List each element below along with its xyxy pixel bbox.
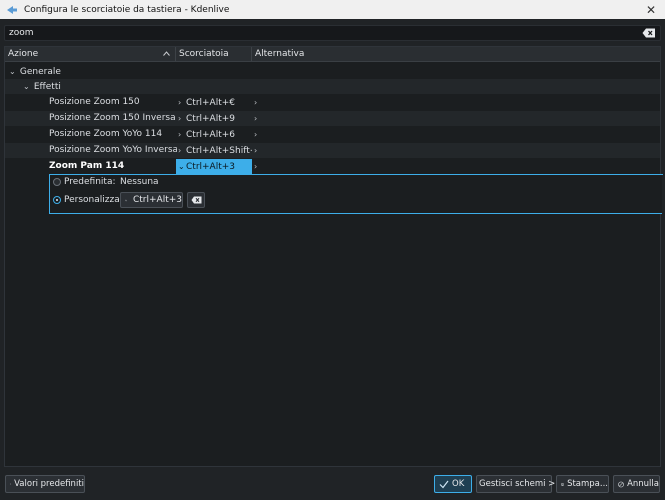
column-header-shortcut[interactable]: Scorciatoia	[176, 47, 252, 61]
window-title: Configura le scorciatoie da tastiera - K…	[24, 4, 230, 15]
defaults-label: Valori predefiniti	[14, 479, 84, 489]
printer-icon	[561, 482, 565, 486]
shortcut-cell[interactable]: › Ctrl+Alt+9	[178, 111, 252, 126]
table-row[interactable]: Posizione Zoom YoYo 114 › Ctrl+Alt+6 ›	[5, 127, 660, 142]
tree-group-generale[interactable]: ⌄ Generale	[5, 64, 660, 79]
subgroup-label: Effetti	[33, 82, 61, 92]
chevron-down-icon: ⌄	[23, 82, 30, 91]
action-name: Zoom Pam 114	[49, 161, 125, 171]
kdenlive-app-icon	[7, 5, 17, 14]
action-name: Posizione Zoom 150	[49, 97, 140, 107]
cancel-button[interactable]: Annulla	[613, 475, 660, 493]
table-row[interactable]: Posizione Zoom YoYo Inversa 114 ›Ctrl+Al…	[5, 143, 660, 158]
close-button[interactable]: ✕	[643, 2, 659, 17]
tree-header: Azione Scorciatoia Alternativa	[5, 47, 660, 62]
chevron-right-icon: ›	[178, 130, 182, 139]
shortcut-cell[interactable]: › Ctrl+Alt+Shift+H	[178, 143, 252, 158]
ok-button[interactable]: OK	[434, 475, 472, 493]
chevron-down-icon: ⌄	[9, 67, 16, 76]
shortcuts-tree[interactable]: Azione Scorciatoia Alternativa ⌄ General…	[4, 46, 663, 467]
alternative-cell[interactable]: ›	[254, 143, 274, 158]
shortcut-value: Ctrl+Alt+Shift+H	[186, 146, 252, 156]
clear-shortcut-button[interactable]	[187, 192, 205, 208]
custom-shortcut-value: Ctrl+Alt+3	[132, 195, 182, 205]
action-name: Posizione Zoom YoYo Inversa 114	[49, 145, 177, 155]
document-icon	[10, 483, 12, 485]
alternative-cell[interactable]: ›	[254, 159, 274, 174]
cancel-label: Annulla	[627, 479, 659, 489]
radio-custom[interactable]	[53, 196, 61, 204]
clear-search-icon[interactable]	[642, 28, 656, 38]
chevron-down-icon: ⌄	[178, 162, 185, 171]
print-label: Stampa...	[567, 479, 608, 489]
defaults-button[interactable]: Valori predefiniti	[5, 475, 85, 493]
column-shortcut-label: Scorciatoia	[179, 49, 229, 59]
shortcut-value: Ctrl+Alt+€	[186, 98, 236, 108]
close-icon: ✕	[645, 2, 657, 17]
table-row[interactable]: Posizione Zoom 150 › Ctrl+Alt+€ ›	[5, 95, 660, 110]
chevron-right-icon: ›	[254, 162, 258, 171]
group-label: Generale	[19, 67, 61, 77]
shortcut-cell[interactable]: › Ctrl+Alt+€	[178, 95, 252, 110]
chevron-right-icon: ›	[254, 130, 258, 139]
alternative-cell[interactable]: ›	[254, 95, 274, 110]
chevron-right-icon: ›	[178, 146, 182, 155]
print-button[interactable]: Stampa...	[556, 475, 609, 493]
column-header-alternative[interactable]: Alternativa	[252, 47, 661, 61]
radio-default[interactable]	[53, 178, 61, 186]
action-name: Posizione Zoom 150 Inversa	[49, 113, 176, 123]
editor-top-border	[50, 174, 663, 175]
table-row-selected[interactable]: Zoom Pam 114 ⌄Ctrl+Alt+3 ›	[5, 159, 660, 174]
column-header-action[interactable]: Azione	[5, 47, 176, 61]
column-action-label: Azione	[8, 49, 39, 59]
manage-schemes-button[interactable]: Gestisci schemi >>	[476, 475, 562, 493]
check-icon	[439, 480, 449, 488]
sort-ascending-icon	[163, 51, 170, 56]
table-row[interactable]: Posizione Zoom 150 Inversa › Ctrl+Alt+9 ›	[5, 111, 660, 126]
search-value: zoom	[9, 28, 34, 38]
chevron-right-icon: ›	[254, 114, 258, 123]
default-label: Predefinita:	[64, 177, 116, 187]
shortcut-capture-button[interactable]: Ctrl+Alt+3	[120, 192, 183, 208]
action-name: Posizione Zoom YoYo 114	[49, 129, 163, 139]
shortcut-value: Ctrl+Alt+6	[186, 130, 236, 140]
chevron-right-icon: ›	[178, 114, 182, 123]
alternative-cell[interactable]: ›	[254, 111, 274, 126]
cancel-icon	[618, 481, 624, 487]
search-input[interactable]: zoom	[4, 25, 661, 41]
tree-group-effetti[interactable]: ⌄ Effetti	[5, 79, 660, 94]
chevron-right-icon: ›	[254, 146, 258, 155]
shortcut-cell-selected[interactable]: ⌄Ctrl+Alt+3	[176, 159, 252, 174]
manage-schemes-label: Gestisci schemi >>	[479, 479, 563, 489]
clear-icon	[191, 196, 201, 204]
ok-label: OK	[452, 479, 465, 489]
keyboard-settings-icon	[125, 199, 127, 201]
shortcut-cell[interactable]: › Ctrl+Alt+6	[178, 127, 252, 142]
shortcut-editor: Predefinita: Nessuna Personalizzata: Ctr…	[49, 174, 663, 214]
alternative-cell[interactable]: ›	[254, 127, 274, 142]
title-bar: Configura le scorciatoie da tastiera - K…	[0, 0, 665, 19]
shortcut-value: Ctrl+Alt+3	[186, 162, 236, 172]
shortcut-value: Ctrl+Alt+9	[186, 114, 236, 124]
default-value: Nessuna	[120, 177, 159, 187]
column-alternative-label: Alternativa	[255, 49, 305, 59]
chevron-right-icon: ›	[254, 98, 258, 107]
chevron-right-icon: ›	[178, 98, 182, 107]
